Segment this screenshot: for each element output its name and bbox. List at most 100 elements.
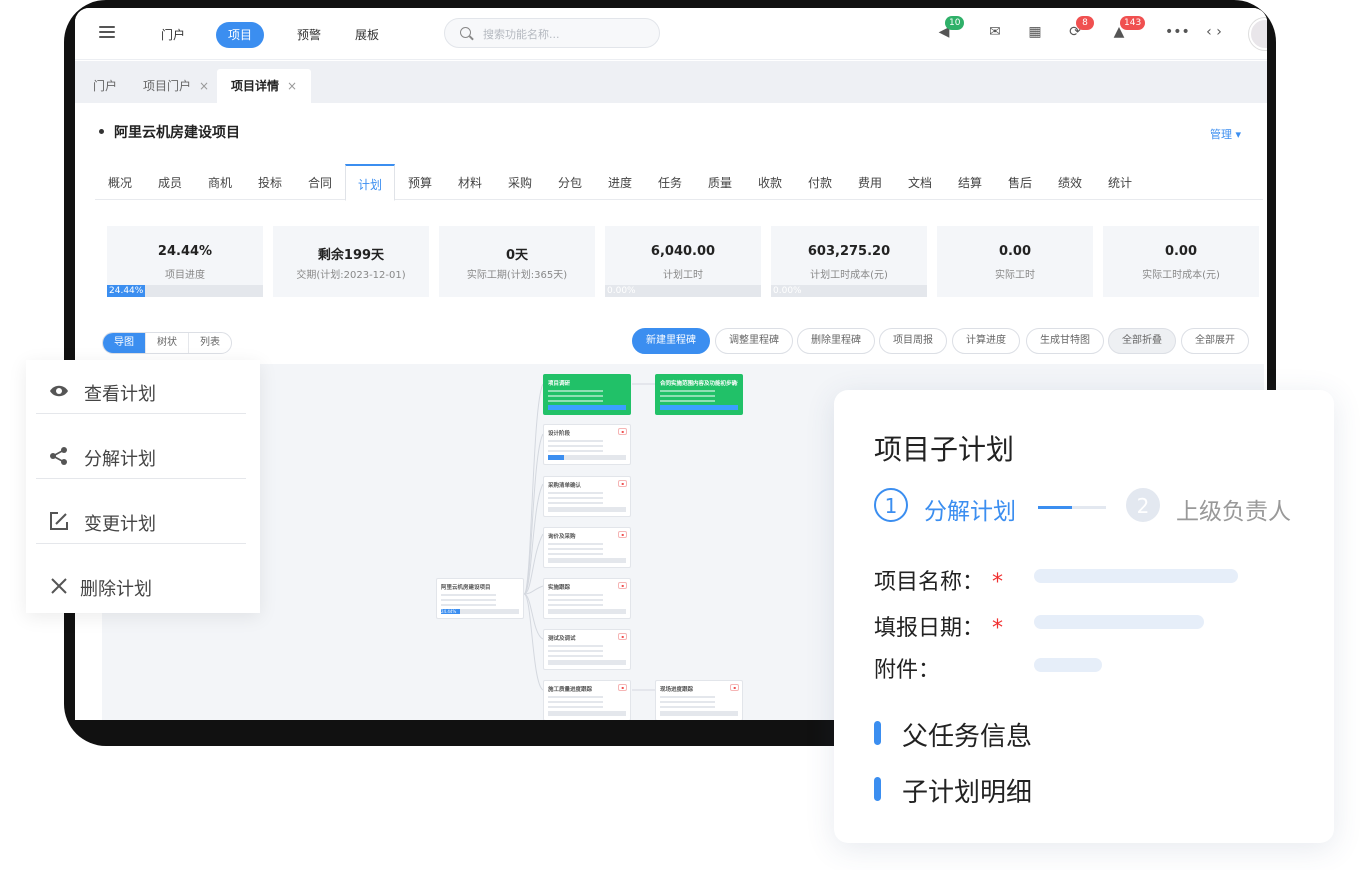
tab-quality[interactable]: 质量 — [695, 164, 745, 200]
gantt-button[interactable]: 生成甘特图 — [1026, 328, 1104, 354]
tab-subcontract[interactable]: 分包 — [545, 164, 595, 200]
stat-card-actual-cost: 0.00 实际工时成本(元) — [1103, 226, 1259, 297]
page-tab-project-detail[interactable]: 项目详情 × — [217, 69, 312, 103]
page-tab-portal[interactable]: 门户 — [79, 69, 131, 103]
tab-payment[interactable]: 付款 — [795, 164, 845, 200]
mindmap-node[interactable]: ▪ 实施跟踪 — [543, 578, 631, 619]
bell-badge: 143 — [1120, 16, 1146, 30]
stat-label: 实际工时成本(元) — [1142, 270, 1220, 281]
mindmap-node[interactable]: 项目调研 — [543, 374, 631, 415]
menu-item-view-plan[interactable]: 查看计划 — [36, 364, 246, 414]
mail-icon[interactable]: ✉ — [987, 24, 1003, 40]
more-icon[interactable]: ••• — [1165, 24, 1190, 40]
tab-bidding[interactable]: 投标 — [245, 164, 295, 200]
page-tabs: 门户 项目门户 × 项目详情 × — [75, 61, 1267, 103]
tab-task[interactable]: 任务 — [645, 164, 695, 200]
manage-dropdown[interactable]: 管理 ▾ — [1210, 126, 1241, 142]
new-milestone-button[interactable]: 新建里程碑 — [632, 328, 710, 354]
card-title: 项目子计划 — [874, 433, 1015, 466]
attachment-input[interactable] — [1034, 658, 1102, 672]
menu-icon[interactable] — [99, 26, 115, 38]
search-input[interactable]: 搜索功能名称... — [444, 18, 660, 48]
adjust-milestone-button[interactable]: 调整里程碑 — [715, 328, 793, 354]
collapse-all-button[interactable]: 全部折叠 — [1108, 328, 1176, 354]
section-subplan-detail[interactable]: 子计划明细 — [874, 772, 1032, 809]
progress-fill: 24.44% — [107, 285, 146, 297]
view-tree-button[interactable]: 树状 — [146, 333, 189, 353]
megaphone-icon[interactable]: ◀ 10 — [936, 16, 965, 40]
menu-item-split-plan[interactable]: 分解计划 — [36, 429, 246, 479]
node-title: 施工质量进度跟踪 — [548, 687, 593, 693]
view-mindmap-button[interactable]: 导图 — [103, 333, 146, 353]
tab-performance[interactable]: 绩效 — [1045, 164, 1095, 200]
sync-icon[interactable]: ⟳ 8 — [1067, 16, 1094, 40]
tab-after-sales[interactable]: 售后 — [995, 164, 1045, 200]
node-title: 采购清单确认 — [548, 483, 582, 489]
mindmap-node[interactable]: 合同实施范围内容及功能初步确认 — [655, 374, 743, 415]
nav-board[interactable]: 展板 — [343, 22, 391, 48]
nav-project[interactable]: 项目 — [216, 22, 265, 48]
tab-opportunity[interactable]: 商机 — [195, 164, 245, 200]
stat-label: 项目进度 — [165, 270, 205, 281]
tab-documents[interactable]: 文档 — [895, 164, 945, 200]
menu-label: 变更计划 — [84, 514, 156, 535]
weekly-report-button[interactable]: 项目周报 — [879, 328, 947, 354]
field-report-date: 填报日期： * — [874, 616, 1004, 641]
page-title: 阿里云机房建设项目 — [99, 122, 240, 142]
stat-label: 实际工期(计划:365天) — [466, 270, 568, 281]
tab-members[interactable]: 成员 — [145, 164, 195, 200]
mindmap-node[interactable]: ▪ 采购清单确认 — [543, 476, 631, 517]
stat-value: 0.00 — [998, 244, 1032, 259]
tab-material[interactable]: 材料 — [445, 164, 495, 200]
stat-value: 0天 — [505, 248, 529, 263]
bell-icon[interactable]: ▲ 143 — [1111, 16, 1146, 40]
progress-bar: 0.00% — [771, 285, 927, 297]
menu-item-delete-plan[interactable]: 删除计划 — [36, 559, 246, 609]
nav-portal[interactable]: 门户 — [149, 22, 197, 48]
tab-settlement[interactable]: 结算 — [945, 164, 995, 200]
avatar[interactable] — [1249, 18, 1267, 50]
search-icon — [460, 27, 471, 38]
tab-expense[interactable]: 费用 — [845, 164, 895, 200]
tab-purchase[interactable]: 采购 — [495, 164, 545, 200]
page-tab-project-portal[interactable]: 项目门户 × — [129, 69, 223, 103]
menu-item-change-plan[interactable]: 变更计划 — [36, 494, 246, 544]
report-date-input[interactable] — [1034, 615, 1204, 629]
calendar-icon[interactable]: ▦ — [1027, 24, 1043, 40]
node-title: 合同实施范围内容及功能初步确认 — [660, 381, 738, 387]
project-name-input[interactable] — [1034, 569, 1238, 583]
mindmap-root-node[interactable]: 阿里云机房建设项目 24.44% — [436, 578, 524, 619]
mindmap-node[interactable]: ▪ 测试及调试 — [543, 629, 631, 670]
close-icon[interactable]: × — [287, 79, 297, 93]
section-parent-task[interactable]: 父任务信息 — [874, 716, 1032, 753]
stat-value: 24.44% — [157, 244, 213, 259]
stat-value: 603,275.20 — [807, 244, 891, 259]
nav-warning[interactable]: 预警 — [285, 22, 333, 48]
code-icon[interactable]: ‹ › — [1206, 24, 1222, 40]
tab-progress[interactable]: 进度 — [595, 164, 645, 200]
delete-milestone-button[interactable]: 删除里程碑 — [797, 328, 875, 354]
expand-all-button[interactable]: 全部展开 — [1181, 328, 1249, 354]
tab-statistics[interactable]: 统计 — [1095, 164, 1145, 200]
mindmap-node[interactable]: ▪ 询价及采购 — [543, 527, 631, 568]
tab-plan[interactable]: 计划 — [345, 164, 395, 201]
top-nav: 门户 项目 预警 展板 搜索功能名称... ◀ 10 ✉ ▦ ⟳ 8 ▲ 143 ••… — [75, 8, 1267, 60]
menu-label: 查看计划 — [84, 384, 156, 405]
view-list-button[interactable]: 列表 — [189, 333, 231, 353]
stat-card-duration: 0天 实际工期(计划:365天) — [439, 226, 595, 297]
calc-progress-button[interactable]: 计算进度 — [952, 328, 1020, 354]
field-attachment: 附件： — [874, 658, 941, 683]
tab-receipt[interactable]: 收款 — [745, 164, 795, 200]
stat-card-delivery: 剩余199天 交期(计划:2023-12-01) — [273, 226, 429, 297]
tab-overview[interactable]: 概况 — [95, 164, 145, 200]
stat-label: 计划工时 — [663, 270, 703, 281]
mindmap-node[interactable]: ▪ 现场进度跟踪 — [655, 680, 743, 720]
tab-budget[interactable]: 预算 — [395, 164, 445, 200]
close-icon[interactable]: × — [199, 79, 209, 93]
stat-value: 6,040.00 — [650, 244, 716, 259]
progress-bar: 24.44% — [107, 285, 263, 297]
menu-label: 分解计划 — [84, 449, 156, 470]
tab-contract[interactable]: 合同 — [295, 164, 345, 200]
mindmap-node[interactable]: ▪ 施工质量进度跟踪 — [543, 680, 631, 720]
mindmap-node[interactable]: ▪ 设计阶段 — [543, 424, 631, 465]
